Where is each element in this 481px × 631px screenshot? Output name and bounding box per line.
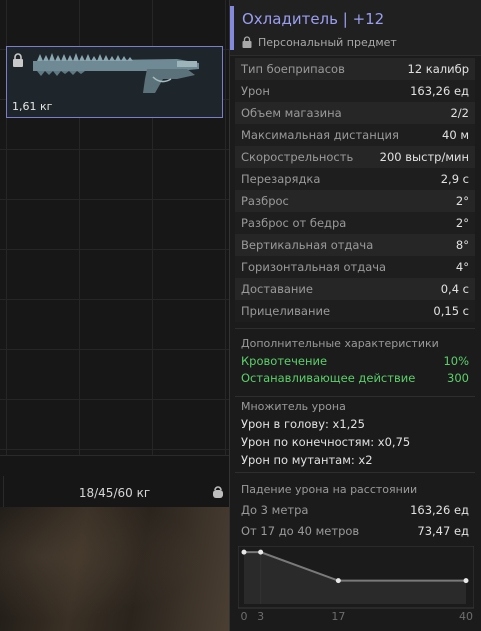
weapon-weight-label: 1,61 кг (12, 100, 53, 113)
stat-name: Доставание (241, 282, 313, 296)
falloff-range-label: До 3 метра (241, 503, 309, 517)
falloff-damage-value: 73,47 ед (417, 524, 469, 538)
stat-value: 2/2 (450, 106, 469, 120)
extra-stat-row: Кровотечение 10% (241, 354, 469, 368)
stat-row: Скорострельность 200 выстр/мин (235, 146, 475, 168)
stat-value: 8° (455, 238, 469, 252)
falloff-damage-value: 163,26 ед (410, 503, 469, 517)
x-tick-label: 17 (331, 610, 345, 623)
stat-row: Прицеливание 0,15 с (235, 300, 475, 322)
lock-icon (13, 53, 23, 67)
stat-row: Максимальная дистанция 40 м (235, 124, 475, 146)
section-title: Падение урона на расстоянии (241, 483, 418, 496)
stat-value: 40 м (442, 128, 469, 142)
stat-name: Горизонтальная отдача (241, 260, 387, 274)
extra-stat-value: 300 (447, 371, 469, 385)
stat-row: Тип боеприпасов 12 калибр (235, 58, 475, 80)
stat-name: Объем магазина (241, 106, 342, 120)
falloff-row: От 17 до 40 метров 73,47 ед (241, 524, 469, 538)
lock-icon (242, 36, 252, 48)
stat-value: 2° (455, 216, 469, 230)
stat-value: 0,4 с (440, 282, 469, 296)
stat-name: Вертикальная отдача (241, 238, 374, 252)
stat-name: Разброс от бедра (241, 216, 347, 230)
stat-name: Максимальная дистанция (241, 128, 399, 142)
stat-name: Скорострельность (241, 150, 354, 164)
x-tick-label: 40 (459, 610, 473, 623)
x-tick-label: 3 (257, 610, 264, 623)
falloff-point (335, 578, 341, 584)
section-title: Дополнительные характеристики (241, 337, 439, 350)
stat-row: Разброс 2° (235, 190, 475, 212)
stats-table: Тип боеприпасов 12 калибр Урон 163,26 ед О… (235, 58, 475, 322)
stat-row: Объем магазина 2/2 (235, 102, 475, 124)
weight-bar: 18/45/60 кг (0, 455, 229, 508)
stat-name: Тип боеприпасов (241, 62, 345, 76)
total-weight-label: 18/45/60 кг (78, 486, 151, 500)
stat-value: 0,15 с (433, 304, 469, 318)
multiplier-line: Урон по мутантам: x2 (241, 453, 373, 467)
tooltip-header: Охладитель | +12 Персональный предмет (230, 0, 481, 56)
falloff-point (258, 549, 264, 555)
inventory-panel: 1,61 кг 18/45/60 кг (0, 0, 229, 631)
extra-stat-row: Останавливающее действие 300 (241, 371, 469, 385)
x-tick-label: 0 (241, 610, 248, 623)
stat-value: 2° (455, 194, 469, 208)
stat-value: 2,9 с (440, 172, 469, 186)
rarity-accent-bar (230, 6, 234, 50)
personal-item-label: Персональный предмет (258, 36, 397, 49)
stat-name: Прицеливание (241, 304, 331, 318)
stat-value: 163,26 ед (410, 84, 469, 98)
extra-stat-value: 10% (443, 354, 469, 368)
damage-multiplier-section: Множитель урона Урон в голову: x1,25 Уро… (235, 396, 475, 472)
damage-falloff-chart: 0 3 17 40 (238, 546, 474, 623)
multiplier-line: Урон в голову: x1,25 (241, 417, 365, 431)
background-scene-image (0, 507, 229, 631)
falloff-point (463, 578, 469, 584)
shotgun-weapon-image (33, 53, 199, 93)
stat-name: Разброс (241, 194, 289, 208)
item-title: Охладитель | +12 (242, 10, 385, 28)
stat-row: Урон 163,26 ед (235, 80, 475, 102)
kettlebell-weight-icon (213, 486, 223, 498)
multiplier-line: Урон по конечностям: x0,75 (241, 435, 411, 449)
falloff-row: До 3 метра 163,26 ед (241, 503, 469, 517)
stat-row: Перезарядка 2,9 с (235, 168, 475, 190)
stat-value: 4° (455, 260, 469, 274)
falloff-point (241, 549, 247, 555)
stat-row: Вертикальная отдача 8° (235, 234, 475, 256)
stat-row: Разброс от бедра 2° (235, 212, 475, 234)
stat-row: Доставание 0,4 с (235, 278, 475, 300)
section-title: Множитель урона (241, 400, 346, 413)
stat-name: Перезарядка (241, 172, 321, 186)
weapon-inventory-slot[interactable]: 1,61 кг (6, 46, 223, 118)
extra-stat-name: Кровотечение (241, 354, 328, 368)
stat-value: 200 выстр/мин (379, 150, 469, 164)
falloff-range-label: От 17 до 40 метров (241, 524, 360, 538)
extra-stat-name: Останавливающее действие (241, 371, 416, 385)
extra-characteristics-section: Дополнительные характеристики Кровотечен… (235, 328, 475, 396)
stat-name: Урон (241, 84, 270, 98)
stat-row: Горизонтальная отдача 4° (235, 256, 475, 278)
stat-value: 12 калибр (407, 62, 470, 76)
